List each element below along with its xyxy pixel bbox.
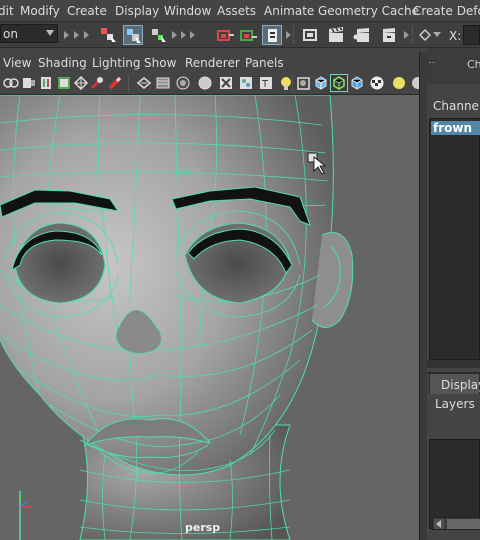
menu-set-value: on xyxy=(3,27,18,41)
x-field-label: X: xyxy=(449,29,462,43)
film-gate-icon[interactable] xyxy=(89,75,105,91)
collapse-arrow-icon[interactable] xyxy=(64,31,69,39)
panel-toolbar: T xyxy=(0,73,424,95)
list-item[interactable]: frown xyxy=(431,121,480,135)
bookmark-icon[interactable] xyxy=(38,75,54,91)
input-line-icon[interactable] xyxy=(418,25,432,45)
toolbar-separator xyxy=(292,75,293,93)
channel-box-splitter[interactable] xyxy=(427,360,480,368)
tab-display[interactable]: Display xyxy=(429,373,480,395)
chevron-down-icon xyxy=(46,30,54,36)
x-input[interactable] xyxy=(463,25,480,45)
scrollbar-thumb[interactable] xyxy=(447,519,480,529)
render-globals-icon[interactable] xyxy=(378,25,398,45)
drag-handle-icon[interactable] xyxy=(429,62,435,65)
light-icon[interactable] xyxy=(391,75,407,91)
layer-editor-tabs: Display xyxy=(427,372,480,395)
select-mask-icon[interactable] xyxy=(238,25,258,45)
smooth-shade-icon[interactable] xyxy=(155,75,171,91)
menu-geometry-cache[interactable]: Geometry Cache xyxy=(318,4,419,18)
menu-set-dropdown[interactable]: on xyxy=(0,24,58,43)
wireframe-on-shaded-icon[interactable] xyxy=(175,75,191,91)
chevron-down-icon[interactable] xyxy=(433,32,441,37)
cube-icon[interactable] xyxy=(313,75,329,91)
menu-display[interactable]: Display xyxy=(115,4,159,18)
scroll-left-icon[interactable] xyxy=(434,519,444,529)
collapse-arrow-icon[interactable] xyxy=(286,31,291,39)
collapse-arrow-icon[interactable] xyxy=(190,31,195,39)
svg-text:T: T xyxy=(261,79,269,90)
default-material-icon[interactable] xyxy=(197,75,213,91)
render-settings-icon[interactable] xyxy=(300,25,320,45)
horizontal-scrollbar[interactable] xyxy=(432,517,480,530)
tab-display-label: Display xyxy=(441,378,480,392)
select-by-hierarchy-icon[interactable] xyxy=(98,25,118,45)
snap-icon[interactable] xyxy=(262,25,282,45)
panel-menubar: View Shading Lighting Show Renderer Pane… xyxy=(0,52,419,73)
collapse-arrow-icon[interactable] xyxy=(74,31,79,39)
resolution-gate-icon[interactable] xyxy=(107,75,123,91)
layers-menu[interactable]: Layers xyxy=(435,397,475,411)
image-plane-icon[interactable] xyxy=(56,75,72,91)
main-menubar: dit Modify Create Display Window Assets … xyxy=(0,0,480,22)
menu-window[interactable]: Window xyxy=(164,4,211,18)
menu-modify[interactable]: Modify xyxy=(20,4,60,18)
node-list[interactable]: frown xyxy=(429,118,480,360)
menu-assets[interactable]: Assets xyxy=(217,4,256,18)
grid-icon[interactable] xyxy=(73,75,89,91)
select-camera-icon[interactable] xyxy=(3,75,19,91)
panel-menu-renderer[interactable]: Renderer xyxy=(185,56,240,70)
panel-menu-panels[interactable]: Panels xyxy=(245,56,284,70)
channels-menu[interactable]: Channels xyxy=(433,99,480,113)
collapse-arrow-icon[interactable] xyxy=(404,31,409,39)
shaded-cube-icon[interactable] xyxy=(349,75,365,91)
panel-menu-view[interactable]: View xyxy=(3,56,31,70)
isolate-select-icon[interactable] xyxy=(296,75,312,91)
node-name: frown xyxy=(433,121,473,135)
use-all-lights-icon[interactable]: T xyxy=(258,75,274,91)
shaded-textures-icon[interactable] xyxy=(238,75,254,91)
3d-viewport[interactable]: persp xyxy=(0,95,419,540)
collapse-arrow-icon[interactable] xyxy=(172,31,177,39)
ipr-render-icon[interactable] xyxy=(352,25,372,45)
panel-menu-lighting[interactable]: Lighting xyxy=(92,56,141,70)
head-model-render xyxy=(0,95,354,540)
toolbar-separator xyxy=(293,26,294,44)
menu-create[interactable]: Create xyxy=(67,4,107,18)
select-mask-icon[interactable] xyxy=(215,25,235,45)
panel-menu-show[interactable]: Show xyxy=(144,56,176,70)
x-ray-icon[interactable] xyxy=(218,75,234,91)
menu-create-deformers[interactable]: Create Deform xyxy=(413,4,480,18)
toolbar-separator xyxy=(412,26,413,44)
wireframe-cube-icon[interactable] xyxy=(330,74,348,92)
channel-box-tabbar: Ch xyxy=(427,48,480,84)
camera-label: persp xyxy=(185,521,221,534)
tab-channel-box[interactable]: Ch xyxy=(467,58,480,71)
clapper-icon[interactable] xyxy=(326,25,346,45)
menu-edit[interactable]: dit xyxy=(0,4,14,18)
axis-gizmo xyxy=(19,491,32,540)
camera-attributes-icon[interactable] xyxy=(21,75,37,91)
wireframe-icon[interactable] xyxy=(136,75,152,91)
layer-list[interactable] xyxy=(429,439,480,529)
status-line: on X: xyxy=(0,22,480,48)
collapse-arrow-icon[interactable] xyxy=(181,31,186,39)
select-by-object-icon[interactable] xyxy=(123,25,143,45)
panel-menu-shading[interactable]: Shading xyxy=(38,56,87,70)
toolbar-separator xyxy=(128,75,129,93)
collapse-arrow-icon[interactable] xyxy=(84,31,89,39)
viewport-panel: View Shading Lighting Show Renderer Pane… xyxy=(0,52,424,540)
checker-icon[interactable] xyxy=(369,75,385,91)
menu-animate[interactable]: Animate xyxy=(264,4,314,18)
panel-divider[interactable] xyxy=(419,52,427,540)
select-by-component-icon[interactable] xyxy=(148,25,168,45)
